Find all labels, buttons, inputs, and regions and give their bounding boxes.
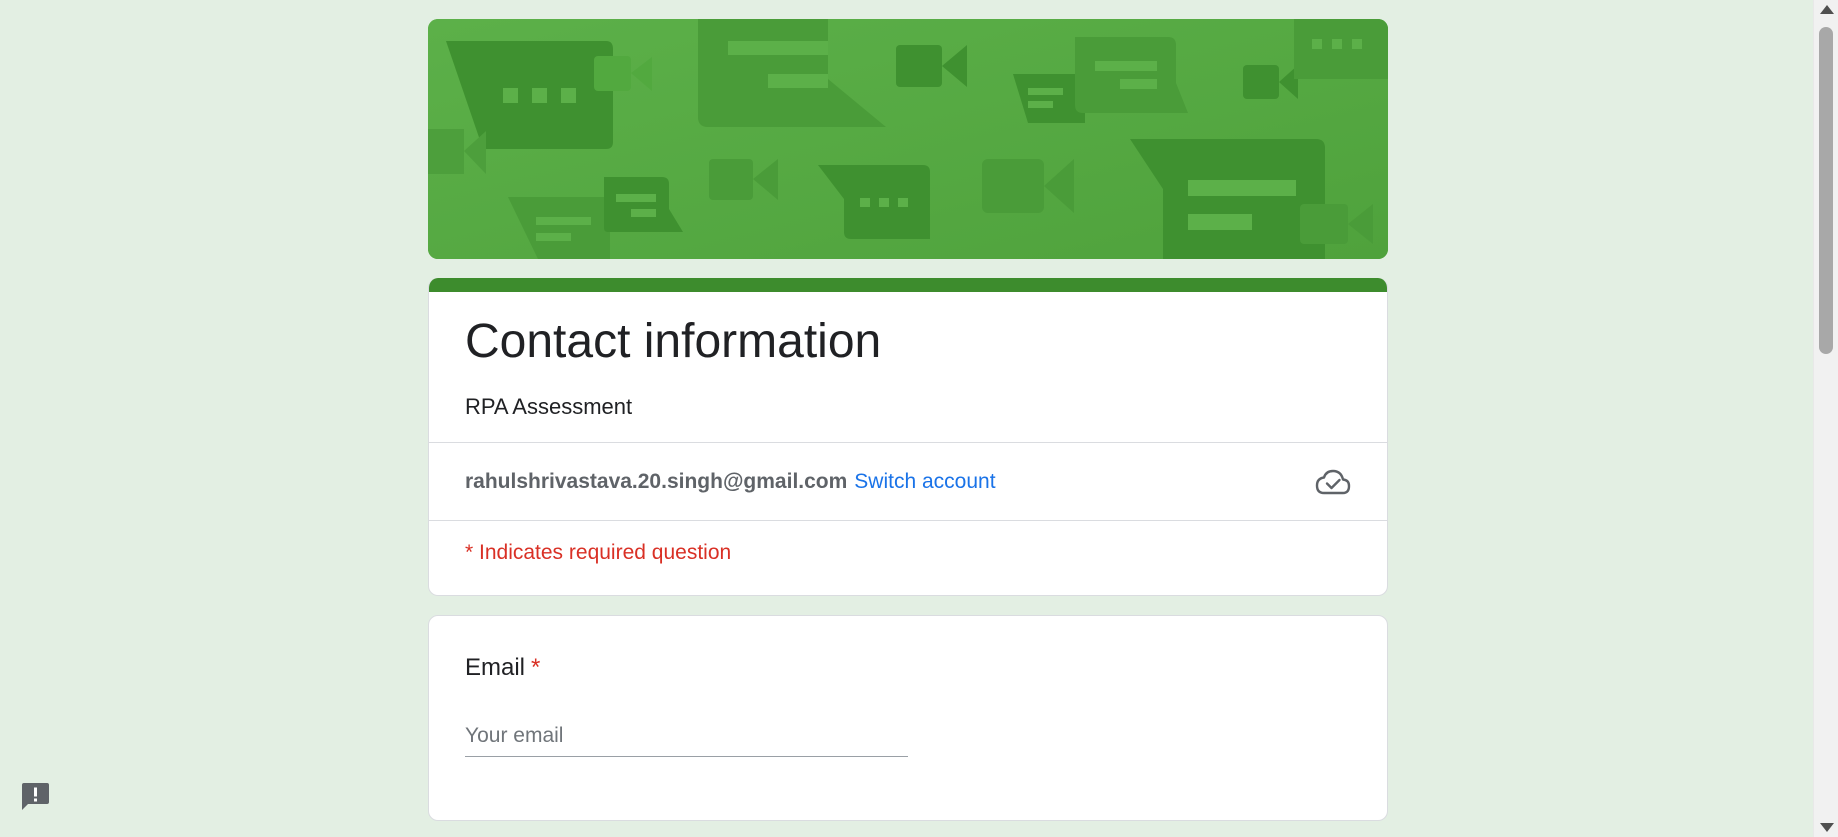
required-star: *	[531, 654, 541, 681]
scroll-down-arrow-icon[interactable]	[1820, 823, 1834, 832]
form-title: Contact information	[465, 315, 882, 368]
form-header-card: Contact information RPA Assessment rahul…	[428, 278, 1388, 596]
form-column: Contact information RPA Assessment rahul…	[428, 19, 1388, 821]
page: Contact information RPA Assessment rahul…	[0, 0, 1838, 837]
cloud-done-icon	[1315, 467, 1351, 497]
accent-bar	[429, 278, 1387, 292]
banner-illustration	[428, 19, 1388, 259]
question-title: Email	[465, 654, 526, 681]
account-email: rahulshrivastava.20.singh@gmail.com	[465, 469, 848, 493]
form-description: RPA Assessment	[465, 394, 633, 419]
report-feedback-icon[interactable]	[19, 780, 51, 812]
required-note: * Indicates required question	[465, 541, 732, 564]
switch-account-link[interactable]: Switch account	[854, 470, 995, 494]
question-label: Email *	[465, 654, 1351, 682]
scrollbar-thumb[interactable]	[1819, 27, 1833, 354]
account-row: rahulshrivastava.20.singh@gmail.com Swit…	[429, 443, 1387, 520]
scroll-up-arrow-icon[interactable]	[1820, 5, 1834, 14]
email-input[interactable]	[465, 720, 908, 757]
header-banner-image	[428, 19, 1388, 259]
question-card-email: Email *	[428, 615, 1388, 821]
vertical-scrollbar[interactable]	[1813, 0, 1838, 837]
